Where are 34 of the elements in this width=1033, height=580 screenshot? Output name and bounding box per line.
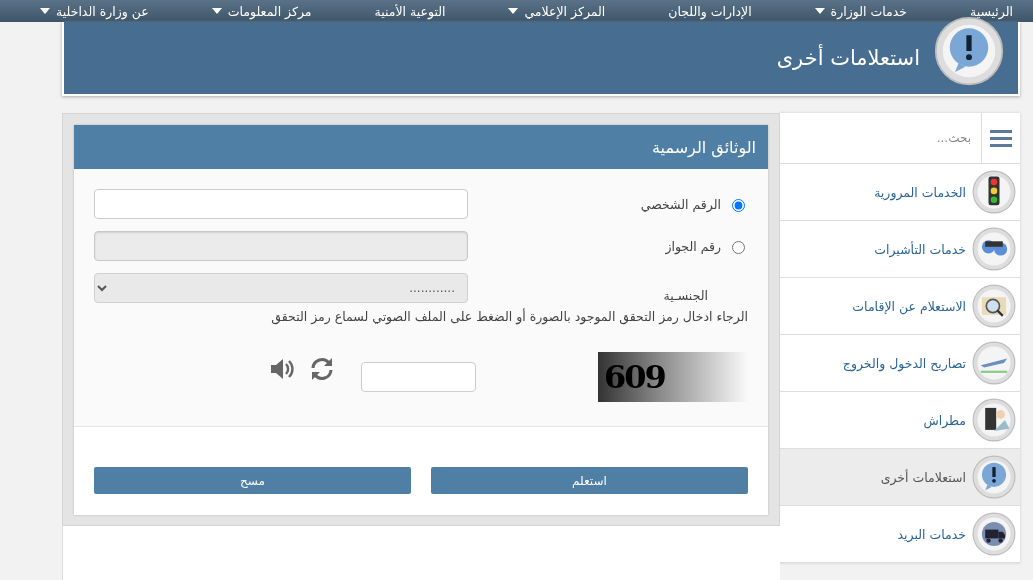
person-computer-icon: [972, 398, 1016, 442]
captcha-image: 609: [598, 352, 748, 402]
sidebar-item[interactable]: تصاريح الدخول والخروج: [780, 335, 1020, 392]
truck-icon: [972, 512, 1016, 556]
form-button[interactable]: استعلم: [431, 467, 748, 494]
instruction-text: الرجاء ادخال رمز التحقق الموجود بالصورة أو الضغط على الملف الصوتي لسماع رمز التحقق: [270, 309, 748, 324]
text-field[interactable]: [94, 189, 468, 219]
sidebar-item[interactable]: مطراش: [780, 392, 1020, 449]
sidebar-item[interactable]: خدمات التأشيرات: [780, 221, 1020, 278]
speech-bubble-icon: [972, 455, 1016, 499]
nav-link[interactable]: المركز الإعلامي: [508, 3, 606, 19]
nav-link[interactable]: خدمات الوزارة: [814, 3, 907, 19]
option-label: الرقم الشخصي: [640, 196, 721, 212]
sidebar-item[interactable]: الاستعلام عن الإقامات: [780, 278, 1020, 335]
speaker-icon[interactable]: [269, 356, 295, 382]
sidebar-item[interactable]: استعلامات أخرى: [780, 449, 1020, 506]
nav-link[interactable]: عن وزارة الداخلية: [40, 3, 149, 19]
nav-link[interactable]: الرئيسية: [969, 3, 1013, 19]
traffic-light-icon: [972, 170, 1016, 214]
nav-link[interactable]: الإدارات واللجان: [668, 3, 752, 19]
option-label: رقم الجواز: [665, 238, 721, 254]
radio-button[interactable]: [732, 199, 745, 212]
captcha-field[interactable]: [361, 362, 476, 392]
sidebar-item[interactable]: الخدمات المرورية: [780, 164, 1020, 221]
magnifier-card-icon: [972, 284, 1016, 328]
nav-link[interactable]: مركز المعلومات: [211, 3, 312, 19]
form-button[interactable]: مسح: [94, 467, 411, 494]
field-label: الجنسـية: [663, 286, 709, 303]
page-title: استعلامات أخرى: [776, 46, 920, 70]
form-title: الوثائق الرسمية: [74, 125, 768, 169]
menu-icon[interactable]: [990, 129, 1012, 147]
nav-link[interactable]: التوعية الأمنية: [374, 3, 446, 19]
refresh-icon[interactable]: [309, 356, 335, 382]
sidebar-item[interactable]: خدمات البريد: [780, 506, 1020, 563]
